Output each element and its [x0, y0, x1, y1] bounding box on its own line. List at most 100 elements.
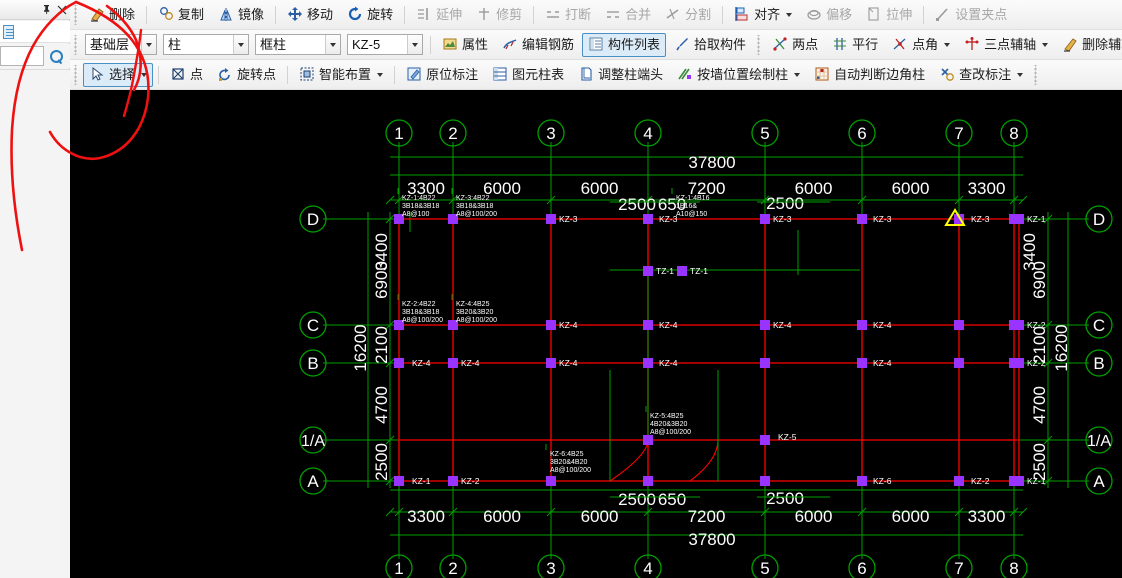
- grid-label-top: 1: [394, 124, 403, 143]
- toolbar-drag-handle[interactable]: [1033, 64, 1041, 85]
- align-button[interactable]: 对齐: [728, 3, 798, 27]
- chevron-down-icon[interactable]: [794, 72, 801, 77]
- column-element[interactable]: [677, 266, 687, 276]
- toolbar-drag-handle[interactable]: [756, 34, 764, 55]
- parallel-axis-button-label: 平行: [852, 37, 879, 52]
- chevron-down-icon[interactable]: [944, 42, 951, 47]
- toolbar-separator: [146, 5, 148, 24]
- column-element[interactable]: [643, 214, 653, 224]
- chevron-down-icon[interactable]: [141, 72, 148, 77]
- column-element[interactable]: [760, 476, 770, 486]
- column-table-button[interactable]: 图元柱表: [486, 63, 570, 87]
- component-tree[interactable]: [4, 80, 68, 570]
- column-element[interactable]: [857, 320, 867, 330]
- close-icon[interactable]: [54, 2, 70, 18]
- chevron-down-icon[interactable]: [233, 35, 248, 54]
- check-annotation-icon: [939, 66, 956, 83]
- delete-button[interactable]: 删除: [83, 3, 141, 27]
- column-element[interactable]: [1014, 358, 1024, 368]
- chevron-down-icon[interactable]: [407, 35, 422, 54]
- column-element[interactable]: [760, 214, 770, 224]
- adjust-column-end-button-label: 调整柱端头: [598, 67, 664, 82]
- toolbar-drag-handle[interactable]: [73, 4, 80, 25]
- column-element[interactable]: [643, 266, 653, 276]
- panel-search-area: [0, 44, 70, 68]
- column-element[interactable]: [954, 476, 964, 486]
- chevron-down-icon[interactable]: [141, 35, 156, 54]
- subtype-select[interactable]: 框柱: [255, 34, 341, 55]
- column-element[interactable]: [643, 476, 653, 486]
- column-element[interactable]: [394, 358, 404, 368]
- component-list-button[interactable]: 构件列表: [582, 32, 667, 57]
- offset-button: 偏移: [800, 3, 858, 27]
- chevron-down-icon[interactable]: [1017, 72, 1024, 77]
- search-button[interactable]: [44, 45, 68, 67]
- edit-rebar-button[interactable]: 编辑钢筋: [496, 33, 580, 57]
- draw-column-by-wall-button[interactable]: 按墙位置绘制柱: [671, 63, 806, 87]
- column-element[interactable]: [546, 476, 556, 486]
- category-select[interactable]: 柱: [163, 34, 249, 55]
- document-icon[interactable]: [3, 24, 16, 39]
- column-element[interactable]: [643, 320, 653, 330]
- column-element[interactable]: [546, 214, 556, 224]
- grid-label-top: 6: [857, 124, 866, 143]
- column-element[interactable]: [857, 358, 867, 368]
- grid-label-bottom: 7: [954, 559, 963, 578]
- column-element[interactable]: [546, 358, 556, 368]
- adjust-column-end-button[interactable]: 调整柱端头: [572, 63, 669, 87]
- column-element[interactable]: [1014, 320, 1024, 330]
- column-element[interactable]: [448, 358, 458, 368]
- column-element[interactable]: [954, 358, 964, 368]
- mirror-button[interactable]: 镜像: [212, 3, 270, 27]
- select-button[interactable]: 选择: [83, 62, 154, 87]
- point-button[interactable]: 点: [164, 63, 209, 87]
- move-icon: [287, 6, 304, 23]
- auto-corner-column-button[interactable]: 自动判断边角柱: [808, 63, 931, 87]
- column-tag-label: KZ-3: [773, 214, 792, 224]
- drawing-canvas-area[interactable]: 3300 6000 6000 7200 6000 6000 3300 37800 2500 650…: [70, 90, 1122, 578]
- panel-toolbar: [0, 21, 70, 43]
- column-element[interactable]: [1014, 476, 1024, 486]
- column-element[interactable]: [394, 476, 404, 486]
- smart-layout-button[interactable]: 智能布置: [293, 63, 389, 87]
- properties-button[interactable]: 属性: [436, 33, 494, 57]
- member-select[interactable]: KZ-5: [347, 34, 423, 55]
- column-element[interactable]: [760, 320, 770, 330]
- search-input[interactable]: [0, 46, 44, 66]
- chevron-down-icon[interactable]: [325, 35, 340, 54]
- properties-button-label: 属性: [462, 37, 489, 52]
- column-element[interactable]: [643, 358, 653, 368]
- rotate-button[interactable]: 旋转: [341, 3, 399, 27]
- column-element[interactable]: [643, 435, 653, 445]
- column-element[interactable]: [1014, 214, 1024, 224]
- in-place-annotation-button[interactable]: 原位标注: [400, 63, 484, 87]
- chevron-down-icon[interactable]: [1042, 42, 1049, 47]
- parallel-icon: [832, 36, 849, 53]
- floor-select[interactable]: 基础层: [85, 34, 157, 55]
- check-annotation-button[interactable]: 查改标注: [933, 63, 1029, 87]
- floor-plan-drawing[interactable]: 3300 6000 6000 7200 6000 6000 3300378002500 650…: [70, 90, 1122, 578]
- column-element[interactable]: [546, 320, 556, 330]
- chevron-down-icon[interactable]: [377, 72, 384, 77]
- column-element[interactable]: [857, 214, 867, 224]
- column-element[interactable]: [760, 435, 770, 445]
- move-button[interactable]: 移动: [281, 3, 339, 27]
- three-point-aux-axis-button[interactable]: 三点辅轴: [958, 33, 1054, 57]
- delete-aux-axis-button[interactable]: 删除辅轴: [1056, 33, 1122, 57]
- two-point-axis-button[interactable]: 两点: [766, 33, 824, 57]
- toolbar-drag-handle[interactable]: [73, 64, 80, 85]
- pin-icon[interactable]: [38, 2, 54, 18]
- pick-component-button[interactable]: 拾取构件: [668, 33, 752, 57]
- column-element[interactable]: [448, 476, 458, 486]
- column-element[interactable]: [857, 476, 867, 486]
- rebar-note-text: KZ-3:4B22: [456, 195, 490, 202]
- parallel-axis-button[interactable]: 平行: [826, 33, 884, 57]
- toolbar-drag-handle[interactable]: [73, 34, 80, 55]
- chevron-down-icon[interactable]: [786, 12, 793, 17]
- pick-component-button-label: 拾取构件: [694, 37, 747, 52]
- column-element[interactable]: [760, 358, 770, 368]
- copy-button[interactable]: 复制: [152, 3, 210, 27]
- rotate-point-button[interactable]: 旋转点: [211, 63, 282, 87]
- column-element[interactable]: [954, 320, 964, 330]
- point-angle-button[interactable]: 点角: [886, 33, 956, 57]
